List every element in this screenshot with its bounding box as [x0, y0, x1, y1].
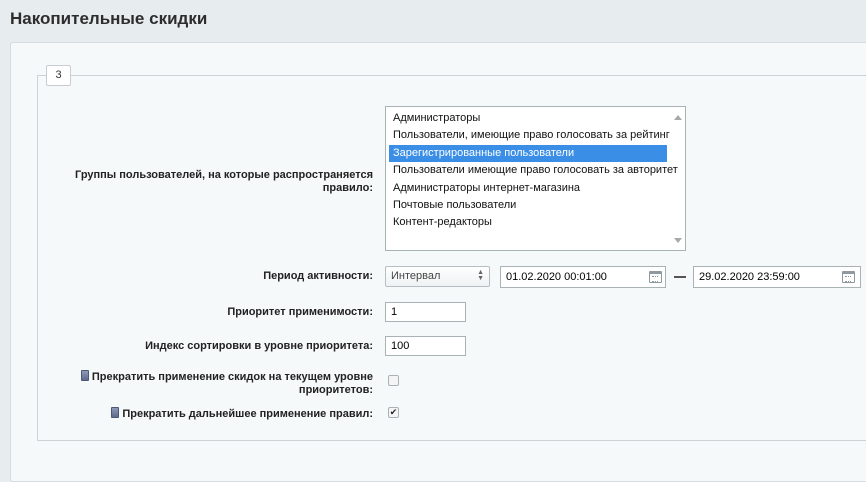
- period-label: Период активности:: [263, 270, 373, 282]
- stop-level-text: Прекратить применение скидок на текущем …: [91, 371, 373, 396]
- stop-level-checkbox[interactable]: [388, 375, 399, 386]
- stop-rules-checkbox[interactable]: ✔: [388, 407, 399, 418]
- period-from-value: 01.02.2020 00:01:00: [506, 271, 607, 283]
- page-title: Накопительные скидки: [10, 9, 208, 28]
- user-group-option[interactable]: Зарегистрированные пользователи: [389, 144, 667, 163]
- sort-index-label: Индекс сортировки в уровне приоритета:: [145, 340, 373, 352]
- stop-level-label: Прекратить применение скидок на текущем …: [80, 370, 373, 397]
- user-groups-label: Группы пользователей, на которые распрос…: [75, 169, 373, 194]
- user-group-option[interactable]: Контент-редакторы: [389, 214, 667, 231]
- user-group-option[interactable]: Пользователи имеющие право голосовать за…: [389, 162, 678, 179]
- period-from-input[interactable]: 01.02.2020 00:01:00: [500, 266, 666, 288]
- calendar-icon[interactable]: [842, 271, 855, 283]
- period-to-value: 29.02.2020 23:59:00: [699, 271, 800, 283]
- period-to-input[interactable]: 29.02.2020 23:59:00: [693, 266, 861, 288]
- sort-index-input[interactable]: 100: [385, 336, 466, 356]
- period-dash: [674, 276, 686, 278]
- user-group-option[interactable]: Администраторы интернет-магазина: [389, 180, 667, 197]
- check-mark-icon: ✔: [389, 407, 398, 417]
- scroll-up-arrow-icon[interactable]: [674, 115, 682, 120]
- priority-input[interactable]: 1: [385, 302, 466, 322]
- hint-icon[interactable]: [80, 370, 89, 381]
- user-groups-listbox[interactable]: Администраторы Пользователи, имеющие прав…: [385, 106, 686, 251]
- period-type-select[interactable]: Интервал ▲ ▼: [385, 266, 490, 287]
- scroll-down-arrow-icon[interactable]: [674, 238, 682, 243]
- user-groups-items: Администраторы Пользователи, имеющие прав…: [389, 110, 678, 232]
- rule-number-tab[interactable]: 3: [46, 65, 71, 86]
- select-arrows-icon: ▲ ▼: [477, 269, 484, 282]
- user-group-option[interactable]: Почтовые пользователи: [389, 197, 667, 214]
- user-group-option[interactable]: Администраторы: [389, 110, 667, 127]
- priority-label: Приоритет применимости:: [227, 306, 373, 318]
- stop-rules-text: Прекратить дальнейшее применение правил:: [122, 408, 373, 420]
- stop-rules-label: Прекратить дальнейшее применение правил:: [80, 407, 373, 421]
- hint-icon[interactable]: [111, 407, 120, 418]
- user-group-option[interactable]: Пользователи, имеющие право голосовать з…: [389, 127, 670, 144]
- calendar-icon[interactable]: [649, 271, 662, 283]
- period-type-value: Интервал: [391, 270, 441, 282]
